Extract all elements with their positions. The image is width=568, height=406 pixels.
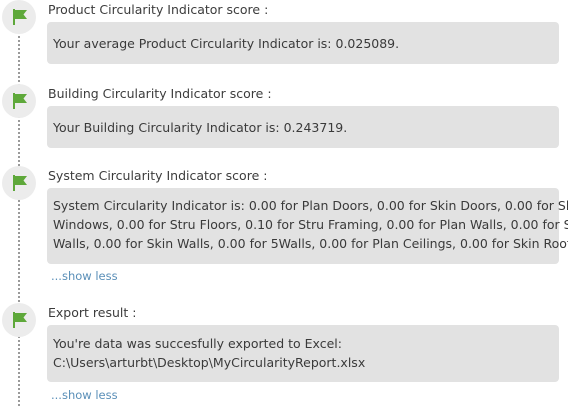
- green-flag-icon: [13, 312, 27, 328]
- message-box: System Circularity Indicator is: 0.00 fo…: [47, 188, 568, 264]
- message-text-line: Windows, 0.00 for Stru Floors, 0.10 for …: [53, 217, 568, 232]
- show-less-link[interactable]: ...show less: [51, 269, 118, 283]
- entry-badge: [2, 166, 36, 200]
- entry-title: Export result :: [48, 305, 137, 320]
- entry-badge: [2, 303, 36, 337]
- message-text: Your average Product Circularity Indicat…: [53, 35, 400, 51]
- message-text-line: You're data was succesfully exported to …: [53, 336, 342, 351]
- entry-badge: [2, 84, 36, 118]
- green-flag-icon: [13, 175, 27, 191]
- message-box: Your average Product Circularity Indicat…: [47, 22, 559, 64]
- message-box: You're data was succesfully exported to …: [47, 325, 559, 382]
- entry-title: Product Circularity Indicator score :: [48, 2, 269, 17]
- show-less-link[interactable]: ...show less: [51, 388, 118, 402]
- entry-title: System Circularity Indicator score :: [48, 168, 268, 183]
- message-text-line: System Circularity Indicator is: 0.00 fo…: [53, 198, 568, 213]
- message-box: Your Building Circularity Indicator is: …: [47, 106, 559, 148]
- entry-title: Building Circularity Indicator score :: [48, 86, 272, 101]
- green-flag-icon: [13, 93, 27, 109]
- entry-badge: [2, 0, 36, 34]
- message-text: Your Building Circularity Indicator is: …: [53, 119, 348, 135]
- green-flag-icon: [13, 9, 27, 25]
- file-path-text: C:\Users\arturbt\Desktop\MyCircularityRe…: [53, 355, 366, 370]
- message-text-line: Walls, 0.00 for Skin Walls, 0.00 for 5Wa…: [53, 236, 568, 251]
